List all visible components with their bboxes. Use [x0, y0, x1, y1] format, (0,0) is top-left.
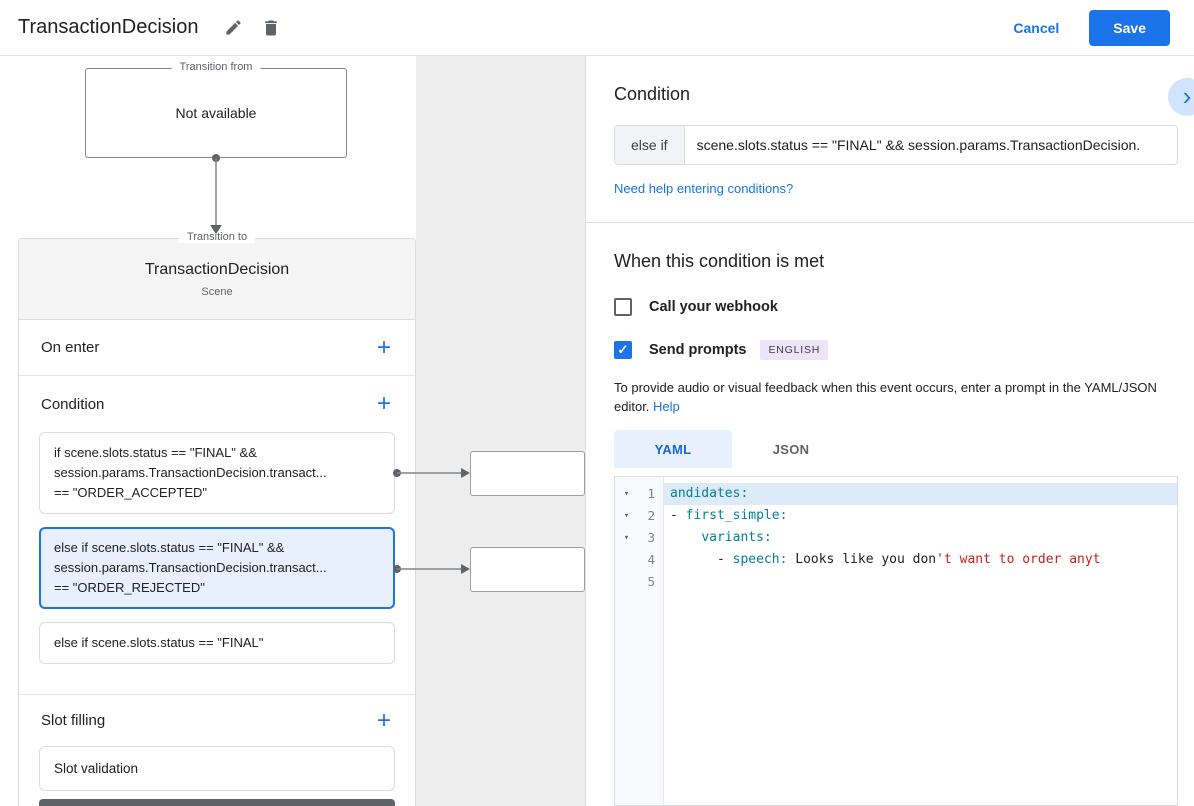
condition-section: Condition +	[19, 376, 415, 432]
condition-list: if scene.slots.status == "FINAL" && sessi…	[19, 432, 415, 694]
condition-card[interactable]: else if scene.slots.status == "FINAL" &&…	[39, 527, 395, 610]
condition-text: else if scene.slots.status == "FINAL"	[54, 635, 264, 651]
editor-tabs: YAML JSON	[614, 430, 1178, 468]
line-number: 2	[647, 508, 655, 523]
transition-from-value: Not available	[175, 105, 257, 121]
top-bar: TransactionDecision Cancel Save	[0, 0, 1194, 56]
section-divider	[586, 222, 1194, 223]
line-number: 4	[647, 552, 655, 567]
save-button[interactable]: Save	[1089, 9, 1170, 46]
send-prompts-row: ✓ Send prompts ENGLISH	[614, 340, 1178, 360]
transition-target-node[interactable]	[470, 451, 585, 496]
line-number: 3	[647, 530, 655, 545]
editor-line[interactable]: ▾ 2 - first_simple:	[615, 505, 1177, 527]
condition-detail-panel: › Condition else if Need help entering c…	[585, 56, 1194, 806]
tab-yaml[interactable]: YAML	[614, 430, 732, 468]
add-on-enter-button[interactable]: +	[371, 335, 397, 360]
line-number: 5	[647, 574, 655, 589]
code-line: variants:	[701, 530, 772, 545]
transition-target-node[interactable]	[470, 547, 585, 592]
fold-arrow-icon[interactable]: ▾	[615, 527, 638, 549]
tab-json[interactable]: JSON	[732, 430, 850, 468]
code-line: - speech: Looks like you don't want to o…	[670, 552, 1101, 567]
scene-title: TransactionDecision	[144, 260, 290, 278]
condition-text: session.params.TransactionDecision.trans…	[54, 465, 327, 481]
editor-line[interactable]: ▾ 3 variants:	[615, 527, 1177, 549]
on-enter-label: On enter	[41, 339, 100, 357]
condition-card[interactable]: if scene.slots.status == "FINAL" && sessi…	[39, 432, 395, 515]
pencil-icon	[226, 20, 241, 35]
prompt-description-text: To provide audio or visual feedback when…	[614, 380, 1157, 414]
next-card-edge	[39, 799, 395, 806]
trash-icon	[265, 20, 278, 35]
condition-editor-row: else if	[614, 125, 1178, 165]
fold-gutter	[615, 549, 638, 571]
line-number: 1	[647, 486, 655, 501]
canvas-background	[416, 56, 585, 806]
slot-filling-section: Slot filling +	[19, 694, 415, 746]
code-line: - first_simple:	[670, 508, 788, 523]
language-badge: ENGLISH	[760, 340, 829, 360]
transition-from-label: Transition from	[171, 61, 261, 73]
scene-header[interactable]: TransactionDecision Scene	[19, 239, 415, 321]
condition-text: session.params.TransactionDecision.trans…	[54, 560, 327, 576]
on-enter-section: On enter +	[19, 320, 415, 377]
fold-gutter	[615, 571, 638, 593]
fold-arrow-icon[interactable]: ▾	[615, 505, 638, 527]
add-slot-button[interactable]: +	[371, 708, 397, 733]
call-webhook-checkbox[interactable]	[614, 298, 632, 316]
condition-expression-input[interactable]	[684, 126, 1177, 164]
scene-subtitle: Scene	[201, 285, 233, 298]
prompt-description: To provide audio or visual feedback when…	[614, 378, 1174, 416]
yaml-editor[interactable]: ▾ 1 andidates: ▾ 2 - first_simple: ▾ 3 variants…	[614, 476, 1178, 806]
editor-line[interactable]: 4 - speech: Looks like you don't want to…	[615, 549, 1177, 571]
slot-filling-label: Slot filling	[41, 712, 106, 730]
transition-to-label: Transition to	[178, 231, 256, 243]
cancel-button[interactable]: Cancel	[1013, 20, 1059, 36]
webhook-row: Call your webhook	[614, 298, 1178, 316]
condition-type-chip: else if	[615, 126, 685, 164]
panel-title: Condition	[614, 84, 691, 104]
editor-line[interactable]: ▾ 1 andidates:	[615, 483, 1177, 505]
check-icon: ✓	[617, 342, 629, 357]
editor-line[interactable]: 5	[615, 571, 1177, 593]
condition-text: == "ORDER_REJECTED"	[54, 580, 205, 596]
code-line: andidates:	[664, 483, 1177, 505]
chevron-right-icon: ›	[1182, 80, 1192, 111]
condition-text: == "ORDER_ACCEPTED"	[54, 485, 207, 501]
scene-diagram-canvas: Transition from Not available Transition…	[0, 56, 585, 806]
when-condition-title: When this condition is met	[614, 251, 825, 271]
condition-text: if scene.slots.status == "FINAL" &&	[54, 445, 257, 461]
editor-lines: ▾ 1 andidates: ▾ 2 - first_simple: ▾ 3 variants…	[615, 477, 1177, 593]
slot-list: Slot validation	[19, 746, 415, 799]
condition-section-label: Condition	[41, 395, 105, 413]
help-link[interactable]: Help	[653, 399, 680, 414]
edit-title-button[interactable]	[214, 9, 252, 47]
send-prompts-checkbox[interactable]: ✓	[614, 341, 632, 359]
condition-card[interactable]: else if scene.slots.status == "FINAL"	[39, 622, 395, 665]
transition-from-node: Transition from Not available	[85, 61, 347, 158]
collapse-panel-button[interactable]: ›	[1168, 78, 1194, 116]
slot-validation-card[interactable]: Slot validation	[39, 746, 395, 792]
delete-scene-button[interactable]	[252, 9, 290, 47]
page-title: TransactionDecision	[18, 16, 199, 38]
scene-card: Transition to TransactionDecision Scene …	[18, 231, 416, 806]
send-prompts-label: Send prompts	[649, 342, 747, 358]
condition-help-link[interactable]: Need help entering conditions?	[614, 181, 1178, 196]
fold-arrow-icon[interactable]: ▾	[615, 483, 638, 505]
add-condition-button[interactable]: +	[371, 392, 397, 416]
webhook-label: Call your webhook	[649, 299, 778, 315]
condition-text: else if scene.slots.status == "FINAL" &&	[54, 540, 285, 556]
